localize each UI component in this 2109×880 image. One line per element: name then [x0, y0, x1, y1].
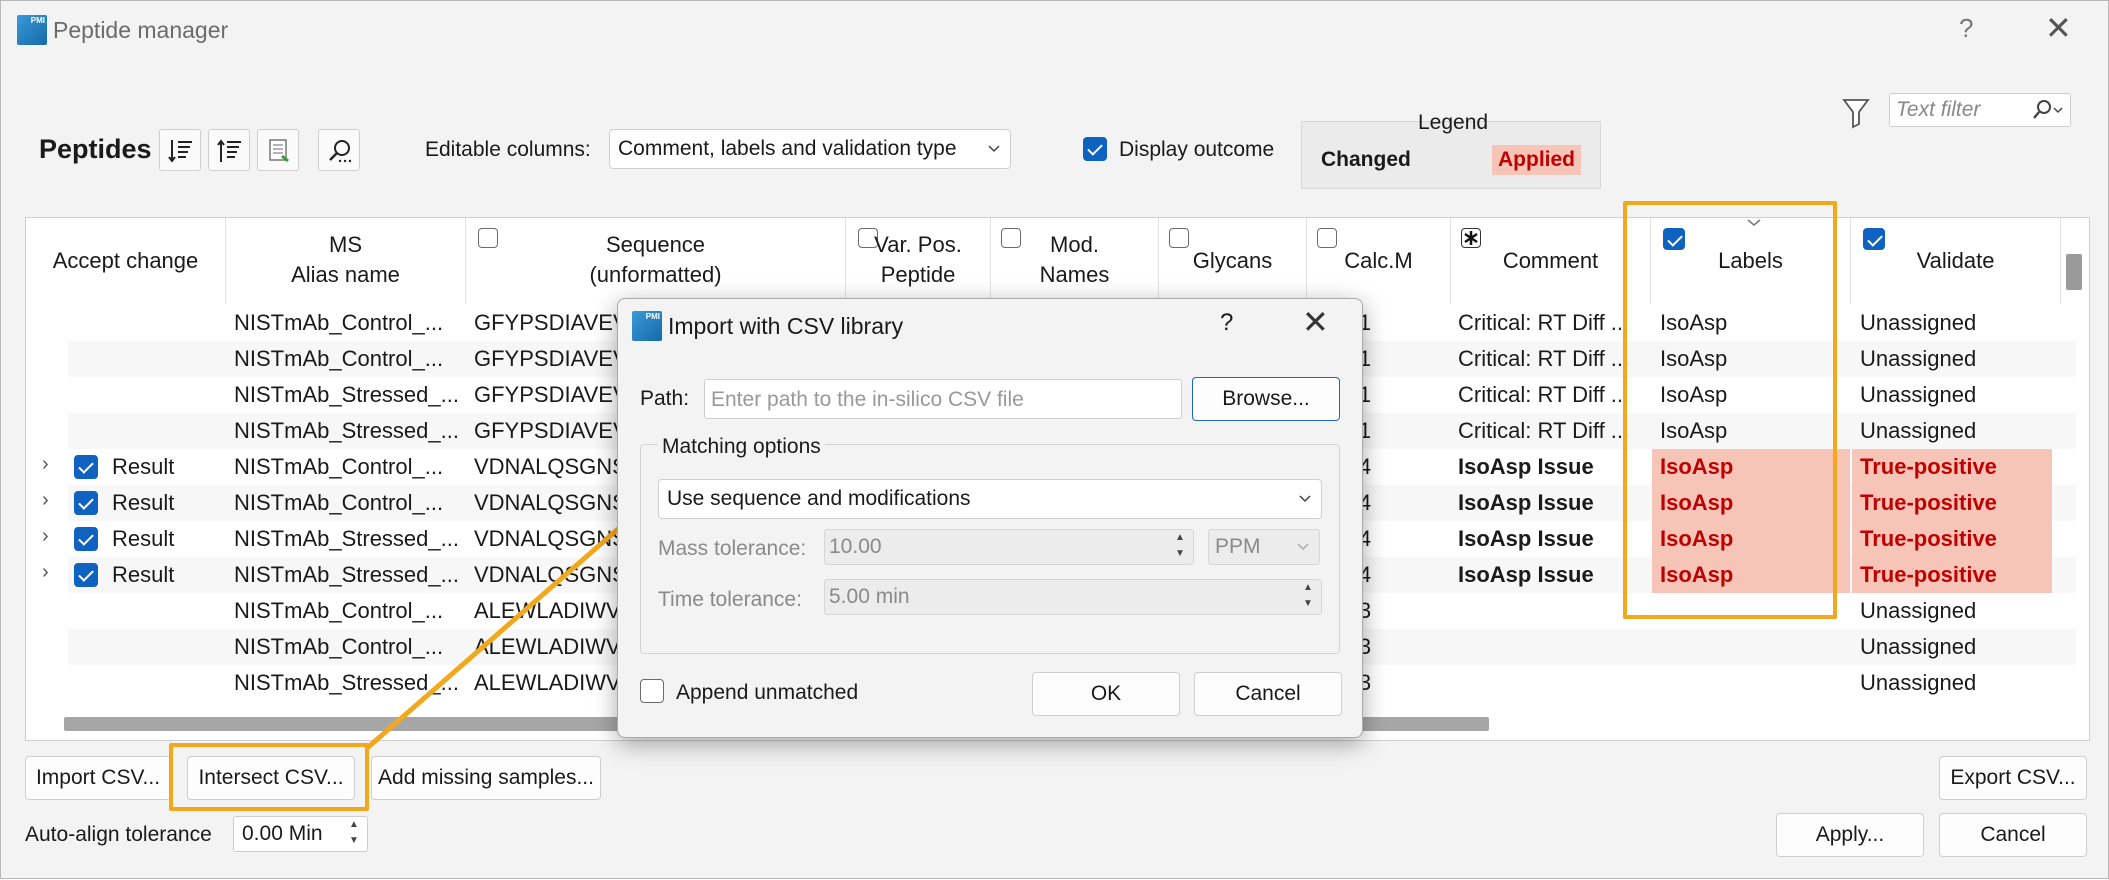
mass-tolerance-label: Mass tolerance:: [658, 537, 807, 560]
chevron-down-icon: [1299, 495, 1311, 503]
chevron-down-icon: [1297, 543, 1309, 551]
dialog-app-icon: PMI: [632, 311, 662, 341]
mass-unit-select[interactable]: PPM: [1208, 529, 1320, 565]
append-unmatched-label: Append unmatched: [676, 681, 859, 704]
path-placeholder: Enter path to the in-silico CSV file: [711, 388, 1024, 411]
matching-select[interactable]: Use sequence and modifications: [658, 479, 1322, 519]
matching-options-title: Matching options: [658, 435, 825, 459]
dialog-ok-button[interactable]: OK: [1032, 672, 1180, 716]
time-tolerance-label: Time tolerance:: [658, 588, 802, 611]
dialog-help-button[interactable]: ?: [1220, 309, 1233, 337]
dialog-title: Import with CSV library: [668, 313, 904, 339]
import-csv-dialog: PMI Import with CSV library ? ✕ Path: En…: [617, 298, 1363, 738]
peptide-manager-window: PMI Peptide manager ? ✕ Peptides Editabl…: [0, 0, 2109, 879]
spin-up-icon[interactable]: ▲: [1297, 582, 1319, 594]
matching-value: Use sequence and modifications: [667, 487, 971, 510]
mass-tolerance-spinbox[interactable]: 10.00 ▲ ▼: [824, 529, 1194, 565]
browse-button[interactable]: Browse...: [1192, 377, 1340, 421]
path-input[interactable]: Enter path to the in-silico CSV file: [704, 379, 1182, 419]
mass-tolerance-value: 10.00: [829, 535, 882, 558]
spin-up-icon[interactable]: ▲: [1169, 532, 1191, 544]
time-tolerance-spinbox[interactable]: 5.00 min ▲ ▼: [824, 579, 1322, 615]
spin-down-icon[interactable]: ▼: [1297, 598, 1319, 610]
dialog-cancel-button[interactable]: Cancel: [1194, 672, 1342, 716]
time-tolerance-value: 5.00 min: [829, 585, 910, 608]
append-unmatched-checkbox[interactable]: [640, 679, 664, 703]
mass-unit-value: PPM: [1215, 535, 1261, 558]
spin-down-icon[interactable]: ▼: [1169, 548, 1191, 560]
path-label: Path:: [640, 387, 690, 410]
dialog-close-button[interactable]: ✕: [1302, 303, 1329, 341]
